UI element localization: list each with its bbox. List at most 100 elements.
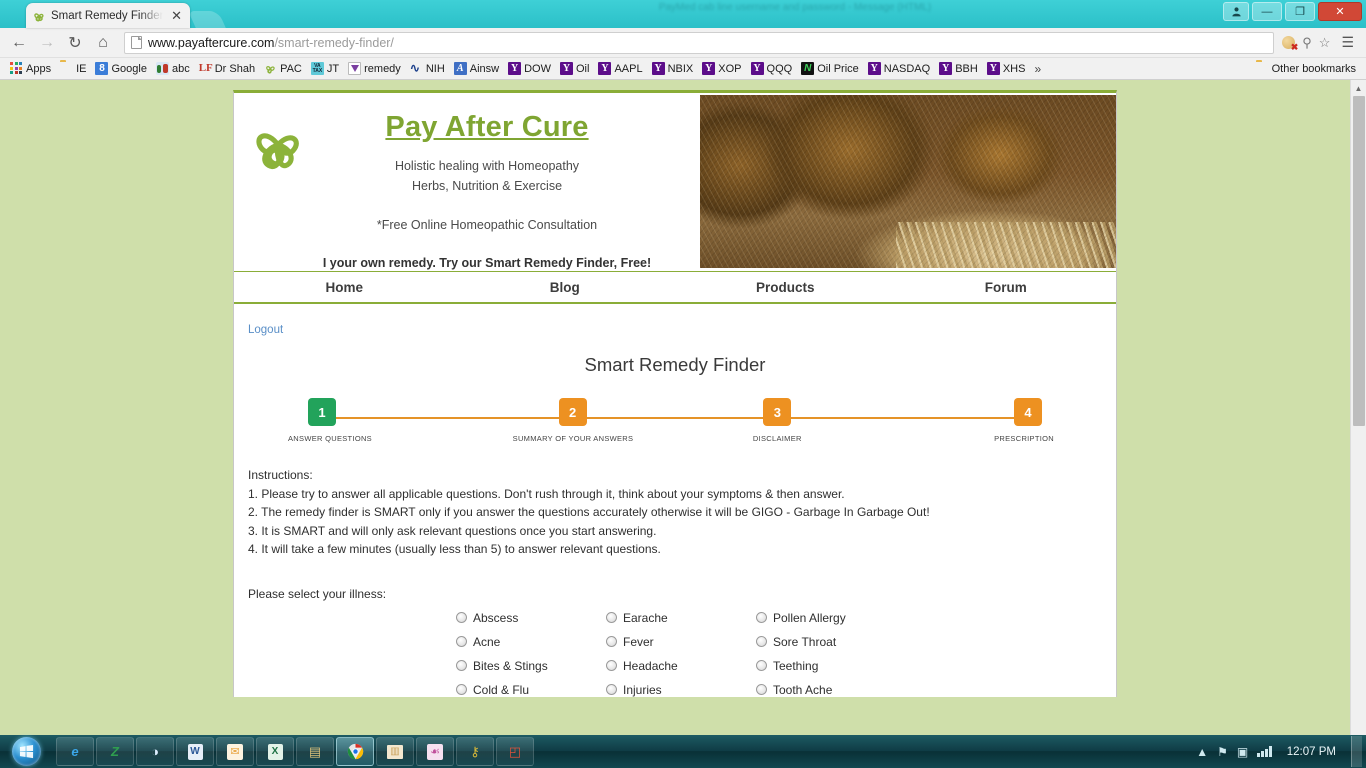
illness-option-acne[interactable]: Acne [456, 635, 606, 649]
cookie-blocked-icon[interactable] [1282, 36, 1298, 53]
bookmark-google[interactable]: 8 Google [91, 61, 150, 76]
scroll-up-arrow-icon[interactable]: ▲ [1351, 80, 1366, 96]
taskbar-mail-client[interactable]: ✉ [216, 737, 254, 766]
restore-button[interactable]: ❐ [1285, 2, 1315, 21]
bookmark-pac[interactable]: PAC [260, 61, 306, 76]
bookmark-oil-price[interactable]: N Oil Price [797, 61, 863, 76]
radio-button[interactable] [456, 684, 467, 695]
nav-item-forum[interactable]: Forum [896, 280, 1117, 295]
taskbar-z-app[interactable]: Z [96, 737, 134, 766]
nav-item-home[interactable]: Home [234, 280, 455, 295]
taskbar-key-app[interactable]: ⚷ [456, 737, 494, 766]
taskbar-paint-app[interactable]: ☙ [416, 737, 454, 766]
bookmark-ie[interactable]: IE [56, 61, 90, 76]
network-notification-icon[interactable]: ▣ [1237, 745, 1248, 759]
radio-button[interactable] [756, 684, 767, 695]
bookmark-bbh[interactable]: Y BBH [935, 61, 982, 76]
show-desktop-button[interactable] [1351, 736, 1362, 767]
bookmark-oil[interactable]: Y Oil [556, 61, 593, 76]
hamburger-menu-icon[interactable]: ☰ [1337, 34, 1358, 51]
illness-option-pollen-allergy[interactable]: Pollen Allergy [756, 611, 916, 625]
radio-button[interactable] [606, 636, 617, 647]
new-tab-button[interactable] [188, 11, 226, 28]
bookmark-ainsworth[interactable]: A Ainsw [450, 61, 503, 76]
signal-bars-icon[interactable] [1257, 746, 1272, 757]
radio-button[interactable] [606, 660, 617, 671]
bookmark-remedy[interactable]: remedy [344, 61, 405, 76]
bookmark-aapl[interactable]: Y AAPL [594, 61, 646, 76]
bookmark-abc[interactable]: abc [152, 61, 194, 76]
back-button[interactable]: ← [6, 31, 32, 55]
bookmark-qqq[interactable]: Y QQQ [747, 61, 797, 76]
step-2-summary[interactable]: 2 SUMMARY OF YOUR ANSWERS [513, 398, 633, 443]
user-profile-button[interactable] [1223, 2, 1249, 21]
bookmark-nbix[interactable]: Y NBIX [648, 61, 698, 76]
radio-button[interactable] [756, 612, 767, 623]
browser-tab[interactable]: Smart Remedy Finder | Pa ✕ [26, 3, 190, 28]
omnibox-actions: ⚲ ☆ ☰ [1282, 34, 1360, 53]
page-scrollbar[interactable]: ▲ [1350, 80, 1366, 735]
radio-button[interactable] [756, 660, 767, 671]
illness-option-earache[interactable]: Earache [606, 611, 756, 625]
radio-button[interactable] [606, 612, 617, 623]
address-bar[interactable]: www.payaftercure.com/smart-remedy-finder… [124, 31, 1275, 54]
taskbar-word[interactable]: W [176, 737, 214, 766]
bookmark-label: abc [171, 62, 190, 75]
taskbar-chrome[interactable] [336, 737, 374, 766]
bookmark-label: remedy [364, 62, 401, 75]
folder-explorer-icon: ▤ [308, 743, 322, 759]
illness-option-sore-throat[interactable]: Sore Throat [756, 635, 916, 649]
bookmarks-overflow-button[interactable]: » [1030, 62, 1045, 76]
radio-button[interactable] [456, 660, 467, 671]
home-button[interactable]: ⌂ [90, 31, 116, 55]
bookmark-nasdaq[interactable]: Y NASDAQ [864, 61, 934, 76]
illness-option-headache[interactable]: Headache [606, 659, 756, 673]
step-4-prescription[interactable]: 4 PRESCRIPTION [922, 398, 1054, 443]
bookmark-label: Other bookmarks [1271, 62, 1356, 75]
taskbar-wifi-app[interactable]: ◑ [136, 737, 174, 766]
tab-close-icon[interactable]: ✕ [169, 9, 184, 22]
bookmark-dow[interactable]: Y DOW [504, 61, 555, 76]
forward-button[interactable]: → [34, 31, 60, 55]
illness-option-teething[interactable]: Teething [756, 659, 916, 673]
search-icon[interactable]: ⚲ [1302, 35, 1312, 51]
bookmark-apps[interactable]: Apps [6, 61, 55, 76]
taskbar-excel[interactable]: X [256, 737, 294, 766]
illness-option-fever[interactable]: Fever [606, 635, 756, 649]
scrollbar-thumb[interactable] [1353, 96, 1365, 426]
bookmark-xop[interactable]: Y XOP [698, 61, 745, 76]
other-bookmarks-folder[interactable]: Other bookmarks [1252, 61, 1360, 76]
taskbar-clock[interactable]: 12:07 PM [1281, 746, 1342, 758]
taskbar-photos-app[interactable]: ◰ [496, 737, 534, 766]
close-window-button[interactable]: ✕ [1318, 2, 1362, 21]
radio-button[interactable] [606, 684, 617, 695]
step-3-disclaimer[interactable]: 3 DISCLAIMER [717, 398, 837, 443]
action-center-flag-icon[interactable]: ⚑ [1217, 745, 1228, 759]
tray-expand-icon[interactable]: ▲ [1196, 745, 1208, 759]
illness-option-cold-flu[interactable]: Cold & Flu [456, 683, 606, 697]
bookmark-xhs[interactable]: Y XHS [983, 61, 1030, 76]
bookmark-star-icon[interactable]: ☆ [1319, 35, 1331, 51]
radio-button[interactable] [756, 636, 767, 647]
bookmark-jt[interactable]: VA TAX JT [307, 61, 343, 76]
taskbar-book-app[interactable]: ▥ [376, 737, 414, 766]
radio-button[interactable] [456, 636, 467, 647]
site-logo-icon[interactable] [248, 115, 308, 175]
illness-option-tooth-ache[interactable]: Tooth Ache [756, 683, 916, 697]
radio-button[interactable] [456, 612, 467, 623]
minimize-button[interactable]: — [1252, 2, 1282, 21]
illness-option-abscess[interactable]: Abscess [456, 611, 606, 625]
start-button[interactable] [2, 736, 50, 767]
bookmark-dr-shah[interactable]: LF Dr Shah [195, 61, 259, 76]
site-brand-title[interactable]: Pay After Cure [274, 111, 700, 144]
logout-link[interactable]: Logout [248, 324, 283, 336]
bookmark-nih[interactable]: ∿ NIH [406, 61, 449, 76]
taskbar-internet-explorer[interactable]: e [56, 737, 94, 766]
illness-option-bites-stings[interactable]: Bites & Stings [456, 659, 606, 673]
nav-item-products[interactable]: Products [675, 280, 896, 295]
nav-item-blog[interactable]: Blog [455, 280, 676, 295]
illness-option-injuries[interactable]: Injuries [606, 683, 756, 697]
step-1-answer-questions[interactable]: 1 ANSWER QUESTIONS [288, 398, 428, 443]
taskbar-explorer[interactable]: ▤ [296, 737, 334, 766]
reload-button[interactable]: ↻ [62, 31, 88, 55]
